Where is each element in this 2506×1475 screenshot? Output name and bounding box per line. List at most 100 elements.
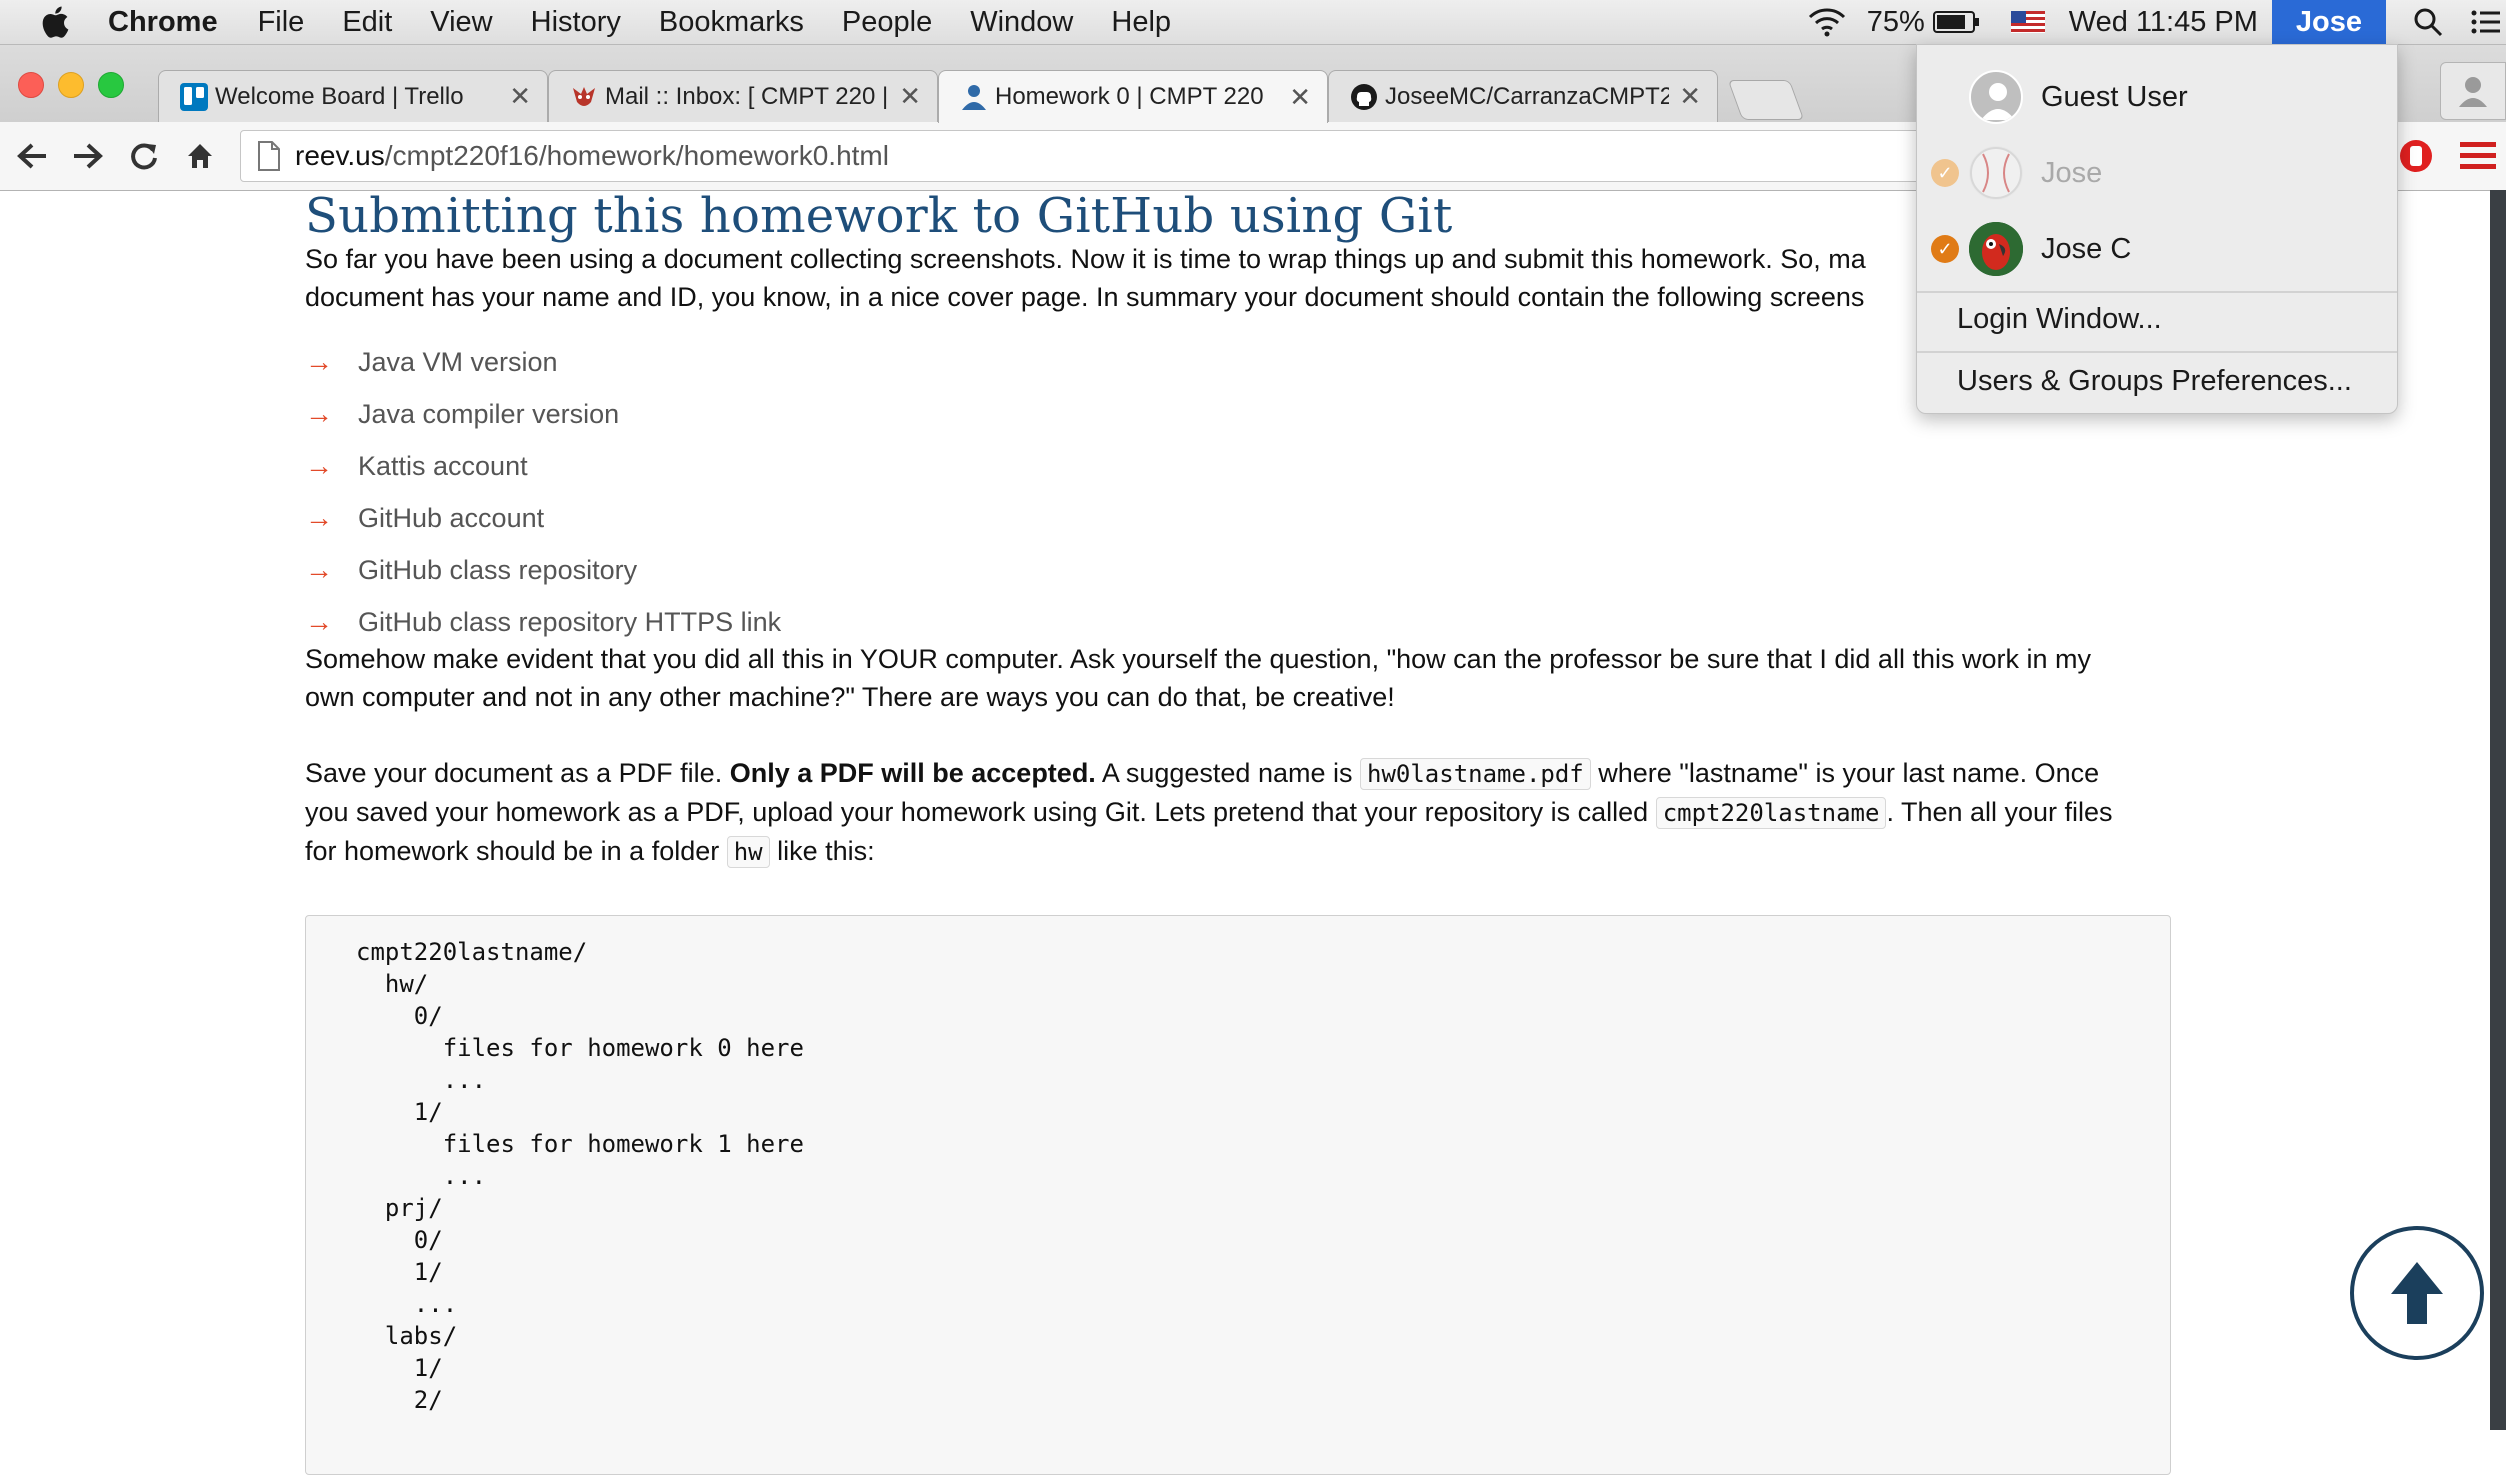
menu-window[interactable]: Window [970, 6, 1073, 39]
tab-trello[interactable]: Welcome Board | Trello ✕ [158, 70, 548, 122]
clock[interactable]: Wed 11:45 PM [2069, 6, 2258, 39]
back-arrow-icon [17, 143, 46, 169]
apple-icon[interactable] [40, 5, 70, 39]
tab-close-icon[interactable]: ✕ [899, 81, 921, 112]
list-item: → Kattis account [305, 440, 2185, 492]
menu-view[interactable]: View [430, 6, 492, 39]
user-item-guest[interactable]: Guest User [1917, 59, 2397, 135]
up-arrow-icon [2391, 1262, 2443, 1324]
list-item: → Java compiler version [305, 388, 2185, 440]
profile-avatar-button[interactable] [2440, 62, 2506, 120]
list-item: → GitHub class repository [305, 544, 2185, 596]
forward-arrow-icon [74, 143, 103, 169]
new-tab-button[interactable] [1727, 80, 1805, 120]
menu-people[interactable]: People [842, 6, 932, 39]
menu-edit[interactable]: Edit [342, 6, 392, 39]
list-item-text: Kattis account [358, 450, 528, 481]
forward-button[interactable] [62, 134, 114, 178]
guest-avatar [1969, 70, 2023, 124]
menubar-status-area: 75% Wed 11:45 PM Jose [1787, 0, 2506, 44]
reload-icon [131, 143, 157, 170]
intro-line-1: So far you have been using a document co… [305, 244, 1866, 274]
tab-mail[interactable]: Mail :: Inbox: [ CMPT 220 | ✕ [548, 70, 938, 122]
save-text-bold: Only a PDF will be accepted. [729, 758, 1096, 788]
list-item-text: GitHub class repository [358, 554, 638, 585]
battery-percent[interactable]: 75% [1867, 6, 1925, 39]
login-window-item[interactable]: Login Window... [1957, 303, 2162, 336]
save-text-f: for homework should be in a folder [305, 836, 727, 866]
users-groups-preferences-item[interactable]: Users & Groups Preferences... [1957, 365, 2352, 398]
arrow-icon: → [305, 398, 333, 429]
minimize-window-button[interactable] [58, 72, 84, 98]
notification-center-icon[interactable] [2470, 8, 2500, 36]
page-document-icon [258, 141, 280, 171]
page-content: Submitting this homework to GitHub using… [305, 190, 2185, 1475]
chrome-menu-icon[interactable] [2460, 140, 2496, 172]
baseball-avatar [1969, 146, 2023, 200]
tab-github[interactable]: JoseeMC/CarranzaCMPT2: ✕ [1328, 70, 1718, 122]
macos-menubar: Chrome File Edit View History Bookmarks … [0, 0, 2506, 45]
tab-close-icon[interactable]: ✕ [509, 81, 531, 112]
parrot-avatar [1969, 222, 2023, 276]
menu-bookmarks[interactable]: Bookmarks [659, 6, 804, 39]
section-heading: Submitting this homework to GitHub using… [305, 188, 1453, 244]
tab-close-icon[interactable]: ✕ [1679, 81, 1701, 112]
requirements-list: → Java VM version → Java compiler version … [305, 336, 2185, 648]
github-icon [1351, 83, 1377, 110]
extension-red-icon[interactable] [2396, 136, 2436, 176]
tab-title: Welcome Board | Trello [215, 82, 464, 110]
tab-title: JoseeMC/CarranzaCMPT2: [1385, 82, 1670, 110]
spotlight-search-icon[interactable] [2412, 6, 2444, 38]
arrow-icon: → [305, 554, 333, 585]
url-path: /cmpt220f16/homework/homework0.html [384, 140, 889, 171]
user-item-jose[interactable]: ✓ Jose [1917, 135, 2397, 211]
code-repo-name: cmpt220lastname [1655, 797, 1887, 829]
arrow-icon: → [305, 346, 333, 377]
home-icon [188, 144, 212, 168]
roundcube-icon [573, 86, 595, 106]
back-to-top-button[interactable] [2350, 1226, 2484, 1360]
save-text-d: you saved your homework as a PDF, upload… [305, 797, 1656, 827]
save-text-b: A suggested name is [1095, 758, 1360, 788]
home-button[interactable] [174, 134, 226, 178]
arrow-icon: → [305, 502, 333, 533]
battery-icon[interactable] [1932, 10, 1981, 34]
parrot-icon [1969, 222, 2023, 276]
user-item-jose-c[interactable]: ✓ Jose C [1917, 211, 2397, 287]
wifi-icon[interactable] [1807, 7, 1847, 37]
tab-title: Mail :: Inbox: [ CMPT 220 | [605, 82, 889, 110]
save-text-a: Save your document as a PDF file. [305, 758, 730, 788]
person-icon [962, 85, 986, 110]
fast-user-switch-menu[interactable]: Jose [2271, 0, 2386, 44]
save-paragraph: Save your document as a PDF file. Only a… [305, 754, 2185, 871]
menu-help[interactable]: Help [1111, 6, 1171, 39]
user-name: Guest User [2041, 80, 2188, 113]
evidence-line-1: Somehow make evident that you did all th… [305, 644, 2091, 674]
code-filename: hw0lastname.pdf [1360, 758, 1591, 790]
menu-history[interactable]: History [531, 6, 621, 39]
trello-icon [180, 82, 208, 111]
directory-tree-code-block: cmpt220lastname/ hw/ 0/ files for homewo… [305, 915, 2171, 1475]
menu-separator [1917, 351, 2397, 353]
tab-homework-active[interactable]: Homework 0 | CMPT 220 ✕ [938, 70, 1328, 123]
us-flag-icon[interactable] [2010, 11, 2045, 33]
menu-file[interactable]: File [258, 6, 305, 39]
list-item-text: GitHub account [358, 502, 545, 533]
list-item-text: Java compiler version [358, 398, 620, 429]
zoom-window-button[interactable] [98, 72, 124, 98]
evidence-line-2: own computer and not in any other machin… [305, 682, 1395, 712]
user-name: Jose [2041, 156, 2103, 189]
user-switcher-menu: Guest User ✓ Jose ✓ Jose C Login Window.… [1916, 44, 2398, 414]
reload-button[interactable] [118, 134, 170, 178]
login-check-icon: ✓ [1931, 235, 1959, 263]
close-window-button[interactable] [18, 72, 44, 98]
url-host: reev.us [295, 140, 385, 171]
list-item: → GitHub account [305, 492, 2185, 544]
menu-app-chrome[interactable]: Chrome [108, 6, 218, 39]
tab-close-icon[interactable]: ✕ [1289, 82, 1311, 113]
back-button[interactable] [6, 134, 58, 178]
user-name: Jose C [2041, 232, 2132, 265]
profile-person-icon [2459, 77, 2487, 107]
code-folder: hw [726, 836, 770, 868]
toolbar-extensions [2396, 136, 2496, 176]
